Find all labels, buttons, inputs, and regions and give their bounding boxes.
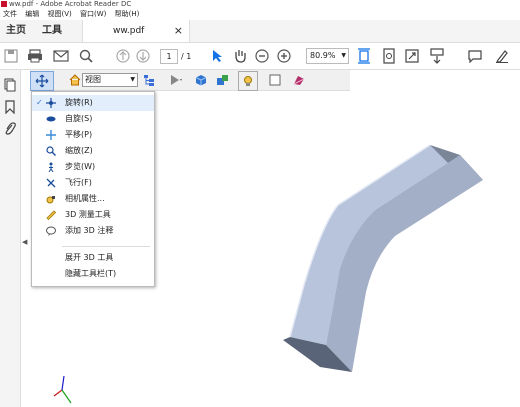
spin-icon — [46, 114, 56, 124]
menu-item-label: 隐藏工具栏(T) — [65, 269, 117, 278]
play-animation-icon[interactable] — [167, 71, 185, 89]
pan-icon — [46, 130, 56, 140]
menu-item-label: 飞行(F) — [65, 178, 92, 187]
3d-toolbar: 视图 ▼ — [30, 70, 350, 91]
menu-item-label: 缩放(Z) — [65, 146, 93, 155]
camera-properties-icon — [46, 194, 56, 204]
menu-item-label: 3D 测量工具 — [65, 210, 111, 219]
menu-item-label: 平移(P) — [65, 130, 93, 139]
menu-item-label: 旋转(R) — [65, 98, 93, 107]
axis-x-line — [53, 389, 63, 397]
walk-icon — [46, 162, 56, 172]
chevron-down-icon: ▼ — [130, 76, 135, 83]
menu-separator — [62, 246, 150, 247]
3d-tool-dropdown-menu: ✓ 旋转(R) 自旋(S) 平移(P) 缩放(Z) 步览(W) 飞行(F) 相机… — [31, 91, 155, 287]
axis-z-line — [61, 375, 65, 391]
render-mode-icon[interactable] — [214, 71, 232, 89]
menu-item-label: 添加 3D 注释 — [65, 226, 114, 235]
fly-icon — [46, 178, 56, 188]
menu-item-walk[interactable]: 步览(W) — [32, 159, 154, 175]
cross-section-icon[interactable] — [290, 71, 308, 89]
background-color-icon[interactable] — [266, 71, 284, 89]
lighting-icon[interactable] — [238, 71, 258, 91]
menu-item-label: 展开 3D 工具 — [65, 253, 114, 262]
measure-icon — [46, 210, 56, 220]
menu-item-spin[interactable]: 自旋(S) — [32, 111, 154, 127]
menu-item-camera-properties[interactable]: 相机属性... — [32, 191, 154, 207]
rotate-tool-button[interactable] — [30, 71, 54, 91]
rotate-icon — [46, 98, 56, 108]
comment-3d-icon — [46, 226, 56, 236]
view-select[interactable]: 视图 ▼ — [82, 73, 138, 87]
menu-item-hide-toolbar[interactable]: 隐藏工具栏(T) — [32, 266, 154, 282]
menu-item-label: 相机属性... — [65, 194, 105, 203]
menu-item-label: 自旋(S) — [65, 114, 93, 123]
checkmark-icon: ✓ — [36, 98, 43, 107]
menu-item-measure[interactable]: 3D 测量工具 — [32, 207, 154, 223]
menu-item-add-3d-comment[interactable]: 添加 3D 注释 — [32, 223, 154, 239]
menu-item-fly[interactable]: 飞行(F) — [32, 175, 154, 191]
zoom-icon — [46, 146, 56, 156]
menu-item-expand-3d-tools[interactable]: 展开 3D 工具 — [32, 250, 154, 266]
menu-item-rotate[interactable]: ✓ 旋转(R) — [32, 95, 154, 111]
model-tree-icon[interactable] — [140, 71, 158, 89]
axis-y-line — [61, 389, 72, 404]
menu-item-zoom[interactable]: 缩放(Z) — [32, 143, 154, 159]
menu-item-pan[interactable]: 平移(P) — [32, 127, 154, 143]
projection-cube-icon[interactable] — [192, 71, 210, 89]
menu-item-label: 步览(W) — [65, 162, 96, 171]
view-select-value: 视图 — [85, 75, 101, 84]
